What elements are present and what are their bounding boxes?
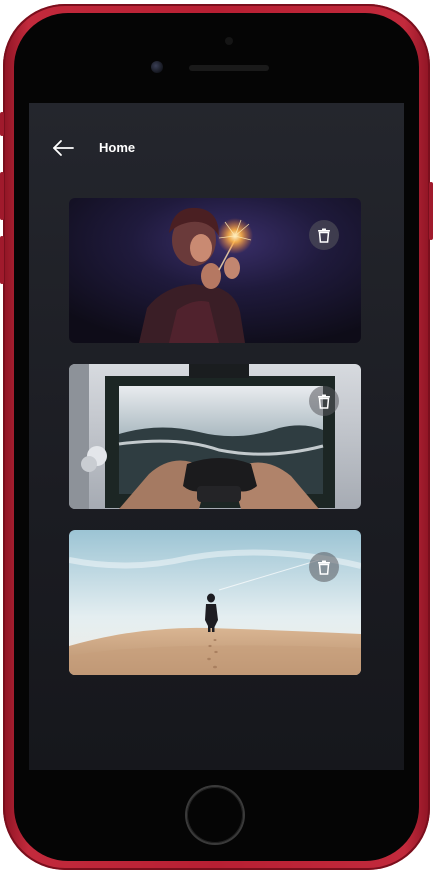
trash-icon	[318, 560, 330, 575]
home-button[interactable]	[187, 787, 243, 843]
proximity-sensor	[225, 37, 233, 45]
delete-button[interactable]	[309, 552, 339, 582]
silent-switch	[0, 112, 4, 136]
earpiece-speaker	[189, 65, 269, 71]
volume-down-button	[0, 236, 4, 284]
trash-icon	[318, 228, 330, 243]
trash-icon	[318, 394, 330, 409]
photo-game-controller	[69, 364, 361, 509]
photo-card[interactable]	[69, 364, 361, 509]
photo-card[interactable]	[69, 530, 361, 675]
power-button	[429, 182, 433, 240]
photo-sparkler-portrait	[69, 198, 361, 343]
page-title: Home	[99, 140, 136, 155]
delete-button[interactable]	[309, 386, 339, 416]
top-bar: Home	[29, 131, 404, 167]
arrow-left-icon[interactable]	[51, 137, 77, 159]
photo-card[interactable]	[69, 198, 361, 343]
front-camera	[151, 61, 163, 73]
photo-desert-walker	[69, 530, 361, 675]
delete-button[interactable]	[309, 220, 339, 250]
app-screen: Home	[29, 103, 404, 770]
volume-up-button	[0, 172, 4, 220]
